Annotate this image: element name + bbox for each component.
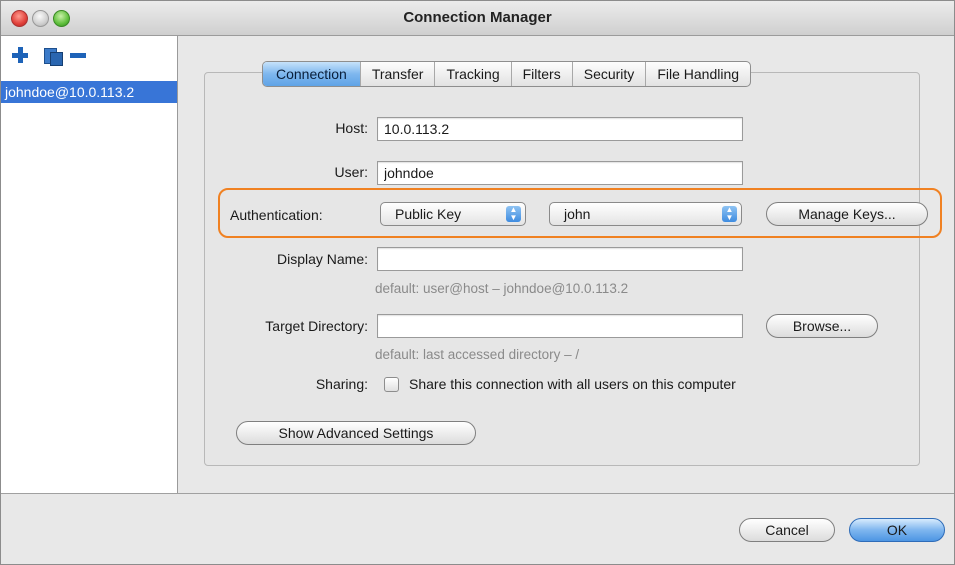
tab-connection[interactable]: Connection <box>263 62 360 86</box>
connection-list-sidebar: johndoe@10.0.113.2 <box>1 36 178 493</box>
display-name-hint: default: user@host – johndoe@10.0.113.2 <box>375 281 629 296</box>
tab-transfer[interactable]: Transfer <box>359 62 435 86</box>
connection-manager-window: Connection Manager johndoe@10.0.113.2 Co… <box>0 0 955 565</box>
tab-security[interactable]: Security <box>571 62 646 86</box>
chevron-updown-icon: ▲ ▼ <box>722 206 737 222</box>
ok-button[interactable]: OK <box>849 518 945 542</box>
duplicate-icon[interactable] <box>41 44 63 66</box>
target-directory-input[interactable] <box>377 314 743 338</box>
sharing-label: Sharing: <box>315 376 368 392</box>
title-bar: Connection Manager <box>1 1 954 36</box>
user-input[interactable] <box>377 161 743 185</box>
tab-bar: Connection Transfer Tracking Filters Sec… <box>262 61 752 87</box>
window-title: Connection Manager <box>403 9 552 26</box>
remove-icon[interactable] <box>67 44 89 66</box>
tab-filters[interactable]: Filters <box>510 62 572 86</box>
authentication-method-value: Public Key <box>395 206 462 222</box>
chevron-updown-icon: ▲ ▼ <box>506 206 521 222</box>
key-select-value: john <box>564 206 591 222</box>
tab-tracking[interactable]: Tracking <box>434 62 510 86</box>
main-content: Connection Transfer Tracking Filters Sec… <box>178 36 954 493</box>
sidebar-item-connection[interactable]: johndoe@10.0.113.2 <box>1 81 177 103</box>
key-select[interactable]: john ▲ ▼ <box>549 202 742 226</box>
user-label: User: <box>334 164 368 180</box>
tab-file-handling[interactable]: File Handling <box>645 62 750 86</box>
manage-keys-button[interactable]: Manage Keys... <box>766 202 928 226</box>
authentication-label: Authentication: <box>230 207 323 223</box>
cancel-button[interactable]: Cancel <box>739 518 835 542</box>
target-directory-label: Target Directory: <box>265 318 368 334</box>
share-connection-checkbox-label[interactable]: Share this connection with all users on … <box>409 376 736 392</box>
dialog-footer: Cancel OK <box>1 493 954 564</box>
host-input[interactable] <box>377 117 743 141</box>
authentication-method-select[interactable]: Public Key ▲ ▼ <box>380 202 526 226</box>
sidebar-toolbar <box>9 44 169 68</box>
display-name-input[interactable] <box>377 247 743 271</box>
host-label: Host: <box>335 120 368 136</box>
target-directory-hint: default: last accessed directory – / <box>375 347 580 362</box>
share-connection-checkbox[interactable] <box>384 377 399 392</box>
add-icon[interactable] <box>9 44 31 66</box>
show-advanced-settings-button[interactable]: Show Advanced Settings <box>236 421 476 445</box>
browse-button[interactable]: Browse... <box>766 314 878 338</box>
display-name-label: Display Name: <box>276 251 368 267</box>
